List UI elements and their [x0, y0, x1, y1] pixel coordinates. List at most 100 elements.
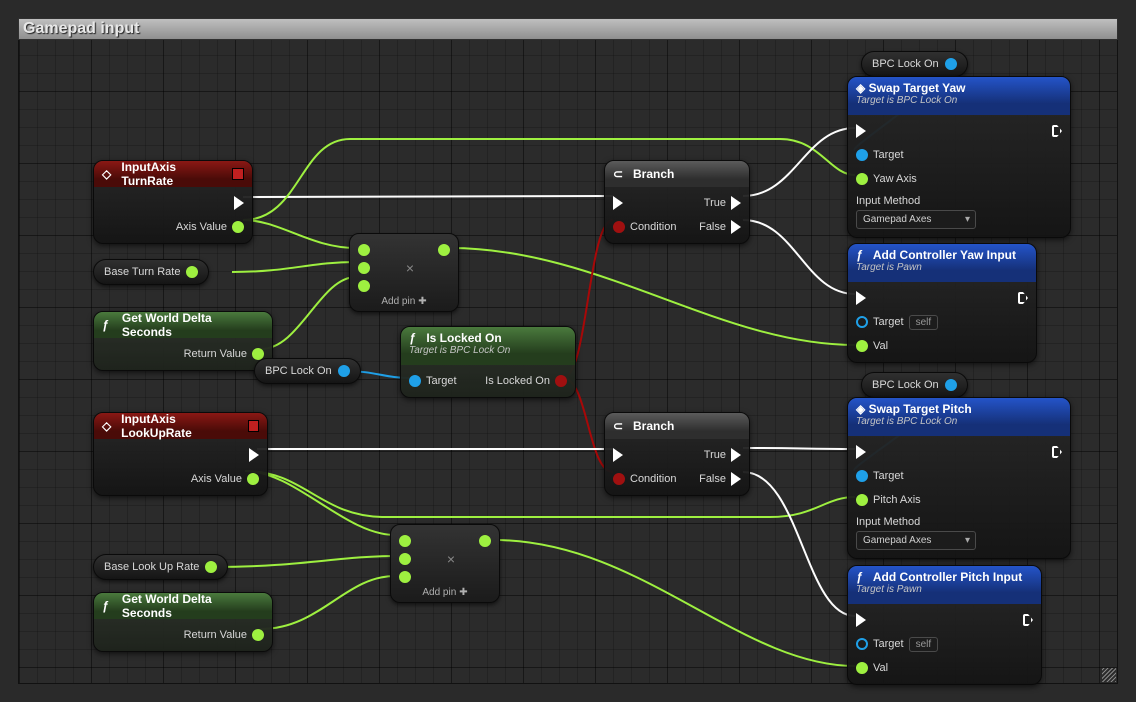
condition-pin[interactable]: Condition — [613, 219, 676, 235]
exec-in-pin[interactable] — [856, 123, 976, 139]
node-header: Branch — [605, 161, 749, 187]
yaw-axis-pin[interactable]: Yaw Axis — [856, 171, 976, 187]
pin-out[interactable] — [186, 266, 198, 278]
pin-out[interactable] — [945, 379, 957, 391]
var-label: Base Look Up Rate — [104, 561, 199, 573]
false-pin[interactable]: False — [699, 471, 741, 487]
condition-pin[interactable]: Condition — [613, 471, 676, 487]
node-get-world-delta-seconds-1[interactable]: Get World Delta Seconds Return Value — [93, 311, 273, 371]
multiply-icon: × — [447, 551, 455, 567]
function-icon — [856, 570, 870, 584]
node-branch-1[interactable]: Branch Condition True False — [604, 160, 750, 244]
node-inputaxis-lookuprate[interactable]: InputAxis LookUpRate Axis Value — [93, 412, 268, 496]
resize-grip[interactable] — [1102, 668, 1116, 682]
var-base-look-up-rate[interactable]: Base Look Up Rate — [93, 554, 228, 580]
pin-out[interactable] — [205, 561, 217, 573]
axis-value-pin[interactable]: Axis Value — [191, 471, 259, 487]
val-pin[interactable]: Val — [856, 338, 938, 354]
input-method-dropdown[interactable]: Gamepad Axes — [856, 531, 976, 550]
input-method-dropdown[interactable]: Gamepad Axes — [856, 210, 976, 229]
node-multiply-2[interactable]: × Add pin ✚ — [390, 524, 500, 603]
target-pin[interactable]: Target — [856, 468, 976, 484]
node-swap-target-yaw[interactable]: ◈ Swap Target Yaw Target is BPC Lock On … — [847, 76, 1071, 238]
node-title: Add Controller Pitch Input — [873, 570, 1022, 584]
node-branch-2[interactable]: Branch Condition True False — [604, 412, 750, 496]
pin-c[interactable] — [399, 571, 411, 583]
input-method-pin[interactable]: Input Method Gamepad Axes — [856, 195, 976, 229]
input-method-pin[interactable]: Input Method Gamepad Axes — [856, 516, 976, 550]
node-multiply-1[interactable]: × Add pin ✚ — [349, 233, 459, 312]
pitch-axis-pin[interactable]: Pitch Axis — [856, 492, 976, 508]
var-label: Base Turn Rate — [104, 266, 180, 278]
pin-b[interactable] — [358, 262, 370, 274]
val-pin[interactable]: Val — [856, 660, 938, 676]
var-bpc-lock-on-mid[interactable]: BPC Lock On — [254, 358, 361, 384]
false-pin[interactable]: False — [699, 219, 741, 235]
comment-title-bar[interactable]: Gamepad input — [18, 18, 1118, 40]
add-pin-button[interactable]: Add pin ✚ — [399, 587, 491, 598]
exec-in-pin[interactable] — [856, 612, 938, 628]
node-subtitle: Target is Pawn — [856, 262, 1028, 273]
target-pin[interactable]: Target — [409, 373, 457, 389]
pin-a[interactable] — [358, 244, 370, 256]
target-pin[interactable]: Targetself — [856, 314, 938, 330]
node-title: Swap Target Yaw — [869, 81, 966, 95]
breakpoint-icon[interactable] — [232, 168, 244, 180]
var-bpc-lock-on-bottom[interactable]: BPC Lock On — [861, 372, 968, 398]
node-title: InputAxis LookUpRate — [121, 412, 242, 440]
multiply-icon: × — [406, 260, 414, 276]
node-title: InputAxis TurnRate — [121, 160, 226, 188]
node-header: Branch — [605, 413, 749, 439]
node-swap-target-pitch[interactable]: ◈ Swap Target Pitch Target is BPC Lock O… — [847, 397, 1071, 559]
node-header: ◈ Swap Target Pitch Target is BPC Lock O… — [848, 398, 1070, 436]
pin-b[interactable] — [399, 553, 411, 565]
return-value-pin[interactable]: Return Value — [184, 346, 264, 362]
node-is-locked-on[interactable]: Is Locked On Target is BPC Lock On Targe… — [400, 326, 576, 398]
pin-out[interactable] — [438, 244, 450, 256]
node-add-controller-yaw-input[interactable]: Add Controller Yaw Input Target is Pawn … — [847, 243, 1037, 363]
node-header: Get World Delta Seconds — [94, 593, 272, 619]
self-badge: self — [909, 315, 939, 330]
var-base-turn-rate[interactable]: Base Turn Rate — [93, 259, 209, 285]
exec-out-pin[interactable] — [1023, 612, 1033, 628]
event-icon — [102, 167, 115, 181]
event-icon — [102, 419, 115, 433]
exec-out-pin[interactable] — [234, 195, 244, 211]
is-locked-on-pin[interactable]: Is Locked On — [485, 373, 567, 389]
add-pin-button[interactable]: Add pin ✚ — [358, 296, 450, 307]
exec-in-pin[interactable] — [613, 195, 676, 211]
node-title: Is Locked On — [426, 331, 501, 345]
true-pin[interactable]: True — [704, 447, 741, 463]
node-add-controller-pitch-input[interactable]: Add Controller Pitch Input Target is Paw… — [847, 565, 1042, 685]
exec-out-pin[interactable] — [1052, 444, 1062, 460]
exec-in-pin[interactable] — [856, 290, 938, 306]
node-get-world-delta-seconds-2[interactable]: Get World Delta Seconds Return Value — [93, 592, 273, 652]
node-header: InputAxis LookUpRate — [94, 413, 267, 439]
axis-value-pin[interactable]: Axis Value — [176, 219, 244, 235]
function-icon — [102, 599, 116, 613]
pin-out[interactable] — [479, 535, 491, 547]
node-inputaxis-turnrate[interactable]: InputAxis TurnRate Axis Value — [93, 160, 253, 244]
exec-in-pin[interactable] — [613, 447, 676, 463]
pin-a[interactable] — [399, 535, 411, 547]
node-header: Add Controller Pitch Input Target is Paw… — [848, 566, 1041, 604]
exec-out-pin[interactable] — [1018, 290, 1028, 306]
exec-out-pin[interactable] — [1052, 123, 1062, 139]
pin-out[interactable] — [338, 365, 350, 377]
true-pin[interactable]: True — [704, 195, 741, 211]
target-pin[interactable]: Targetself — [856, 636, 938, 652]
exec-in-pin[interactable] — [856, 444, 976, 460]
return-value-pin[interactable]: Return Value — [184, 627, 264, 643]
branch-icon — [613, 419, 627, 433]
var-bpc-lock-on-top[interactable]: BPC Lock On — [861, 51, 968, 77]
diamond-icon: ◈ — [856, 402, 865, 416]
target-pin[interactable]: Target — [856, 147, 976, 163]
node-title: Add Controller Yaw Input — [873, 248, 1016, 262]
branch-icon — [613, 167, 627, 181]
function-icon — [102, 318, 116, 332]
pin-out[interactable] — [945, 58, 957, 70]
pin-c[interactable] — [358, 280, 370, 292]
breakpoint-icon[interactable] — [248, 420, 259, 432]
var-label: BPC Lock On — [872, 379, 939, 391]
exec-out-pin[interactable] — [249, 447, 259, 463]
